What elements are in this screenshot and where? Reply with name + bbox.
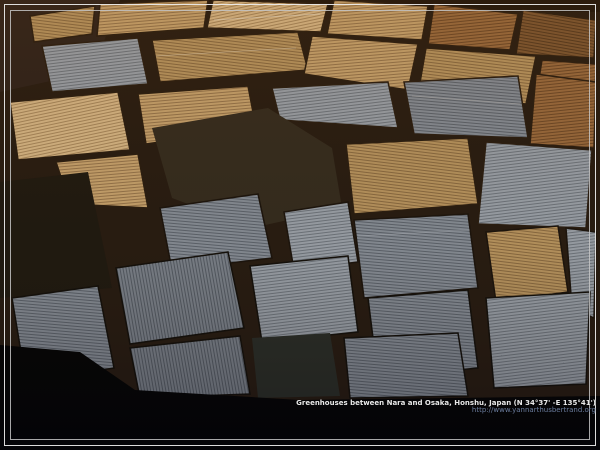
aerial-photo-greenhouses <box>0 0 600 450</box>
caption-url: http://www.yannarthusbertrand.org <box>296 407 596 414</box>
photo-caption: Greenhouses between Nara and Osaka, Hons… <box>296 400 596 414</box>
wallpaper-stage: Greenhouses between Nara and Osaka, Hons… <box>0 0 600 450</box>
